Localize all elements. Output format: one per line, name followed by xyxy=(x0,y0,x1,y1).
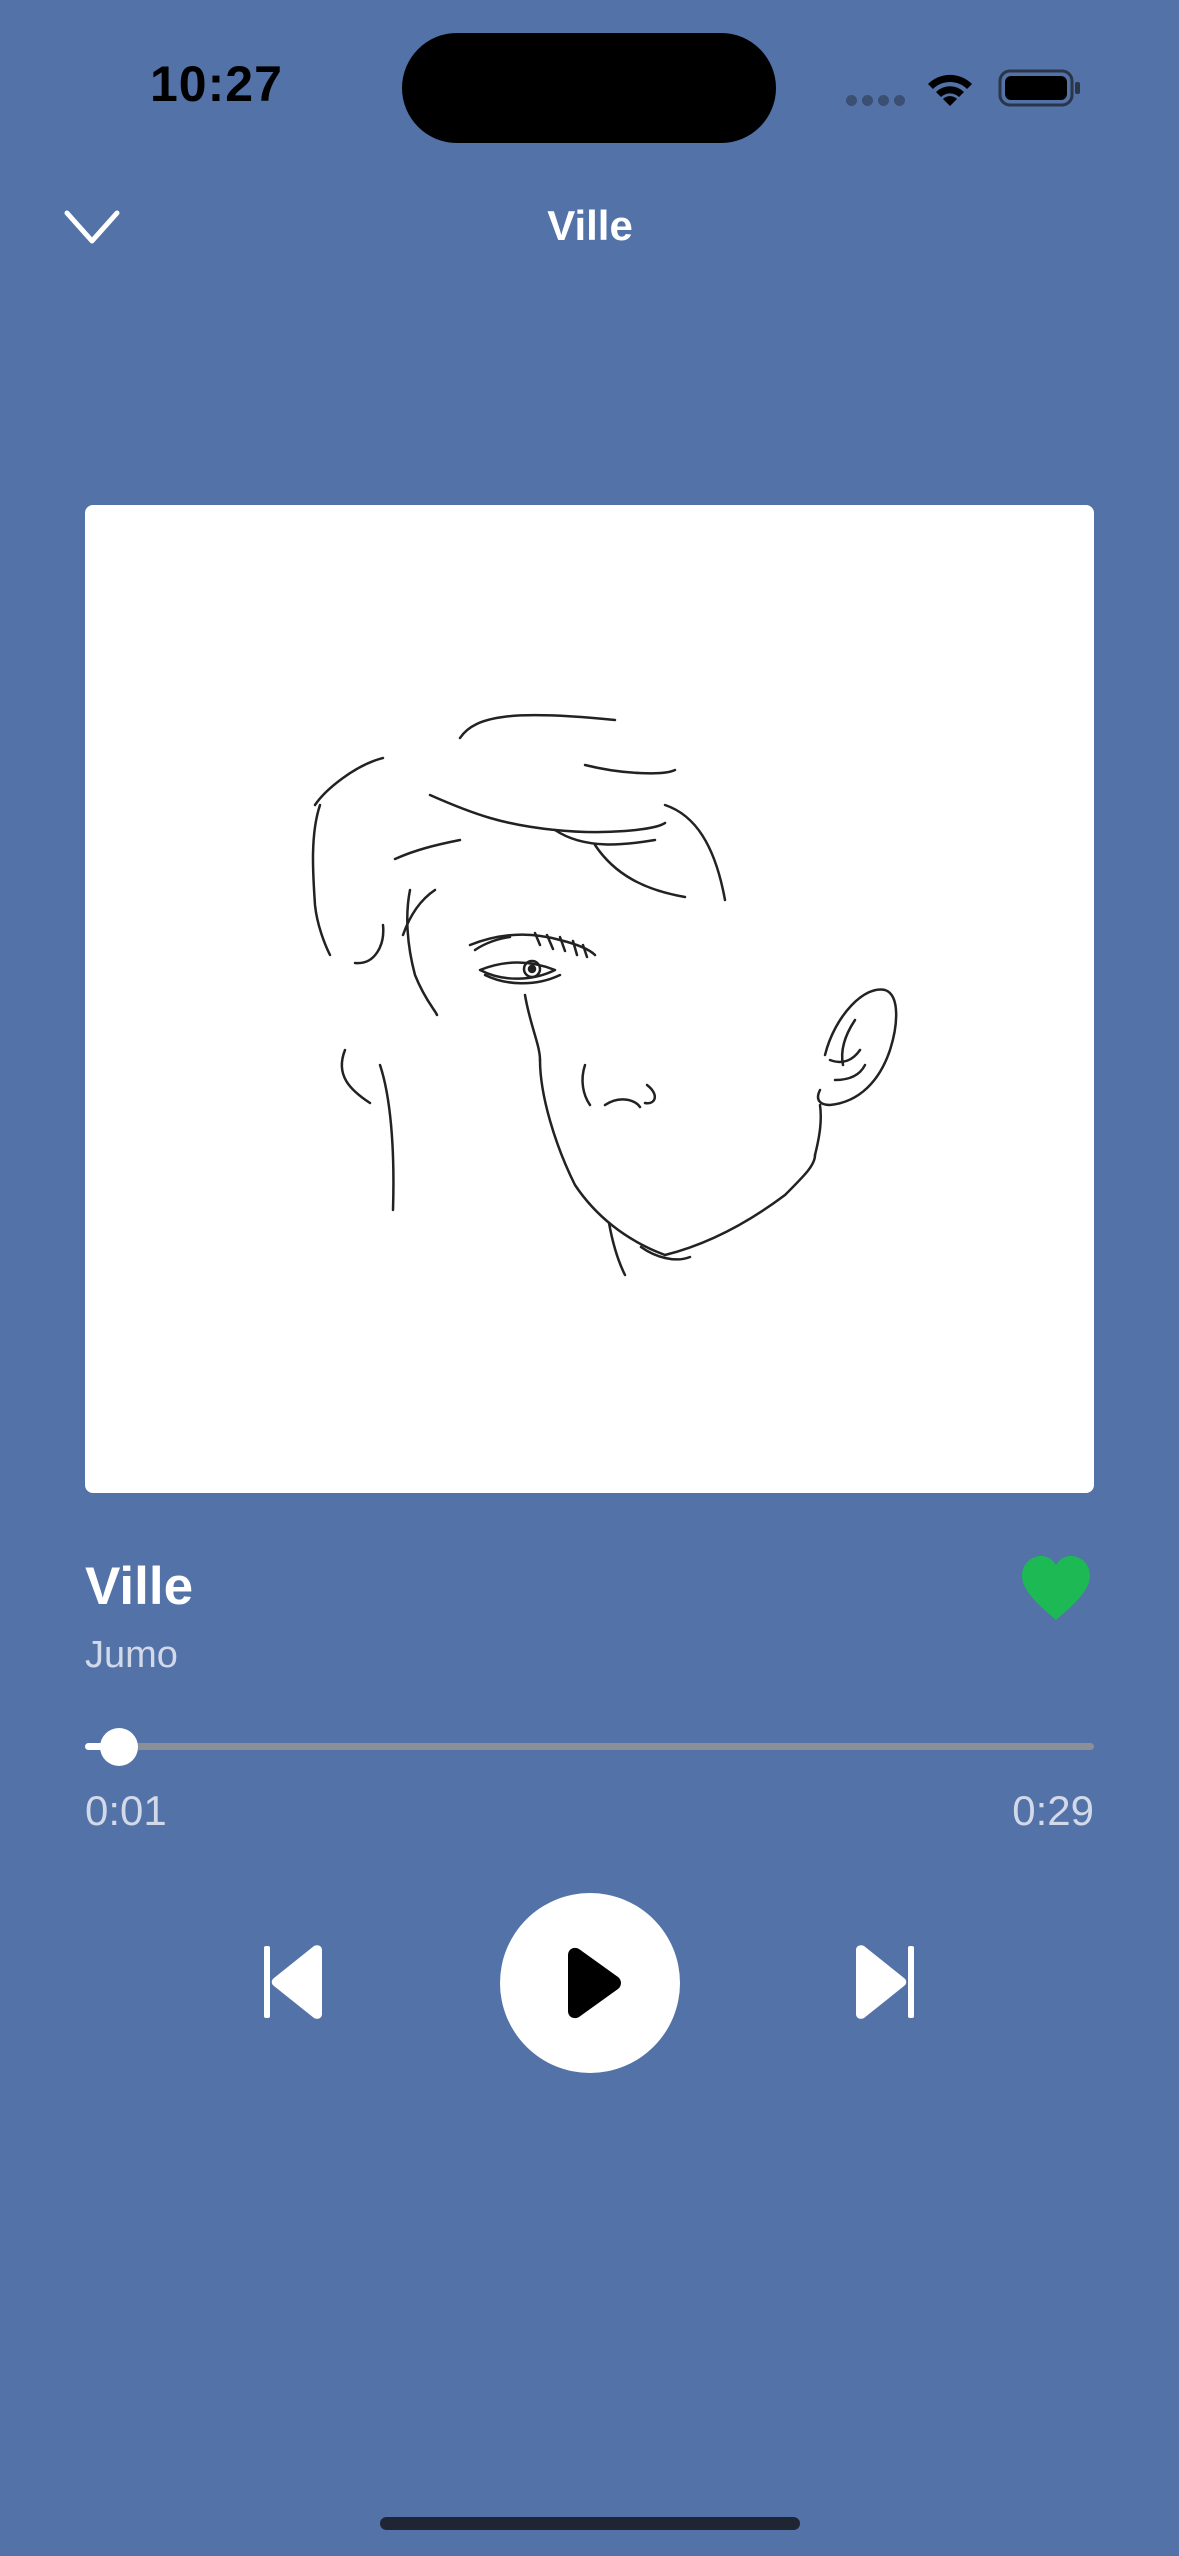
like-button[interactable] xyxy=(1016,1550,1096,1630)
skip-next-icon xyxy=(856,1945,914,2019)
collapse-button[interactable] xyxy=(52,195,132,259)
progress-slider[interactable] xyxy=(85,1728,1094,1766)
dynamic-island xyxy=(402,33,776,143)
page-title: Ville xyxy=(547,202,633,249)
total-time: 0:29 xyxy=(1012,1787,1094,1834)
track-artist[interactable]: Jumo xyxy=(85,1630,178,1680)
heart-filled-icon xyxy=(1022,1556,1090,1620)
progress-thumb[interactable] xyxy=(100,1728,139,1766)
now-playing-screen: 10:27 Ville Ville Jumo 0:01 0:29 xyxy=(0,0,1179,2556)
wifi-icon xyxy=(928,74,972,106)
home-indicator[interactable] xyxy=(380,2517,800,2530)
battery-icon xyxy=(998,69,1080,107)
previous-track-button[interactable] xyxy=(252,1940,332,2024)
skip-previous-icon xyxy=(264,1945,322,2019)
track-title: Ville xyxy=(85,1557,194,1616)
play-button[interactable] xyxy=(500,1893,680,2073)
elapsed-time: 0:01 xyxy=(85,1787,167,1834)
status-time: 10:27 xyxy=(150,56,283,112)
next-track-button[interactable] xyxy=(846,1940,926,2024)
cellular-signal-icon xyxy=(846,95,906,107)
line-drawing-face-illustration xyxy=(311,713,898,1277)
chevron-down-icon xyxy=(64,210,120,244)
play-icon xyxy=(568,1947,621,2019)
album-artwork xyxy=(85,505,1094,1493)
